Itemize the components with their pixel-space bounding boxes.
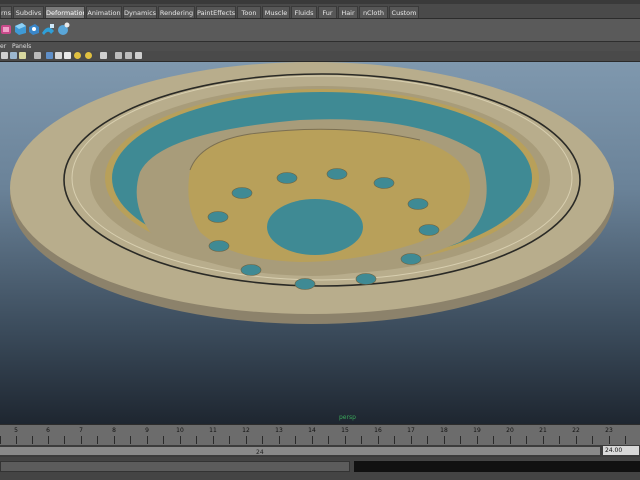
tick-label: 11 — [209, 427, 217, 434]
tick-label: 6 — [46, 427, 50, 434]
center-bore — [267, 199, 363, 255]
panel-menu-bar: er Panels — [0, 42, 640, 51]
deformer-icon[interactable] — [0, 21, 14, 37]
tab-fluids[interactable]: Fluids — [291, 6, 317, 18]
shelf-icon-row — [0, 19, 640, 42]
tab-subdivs[interactable]: Subdivs — [13, 6, 44, 18]
command-result-field — [354, 461, 640, 472]
tick-label: 23 — [605, 427, 613, 434]
lattice-icon[interactable] — [13, 21, 27, 37]
textured-icon[interactable] — [46, 52, 53, 59]
panel-toolbar — [0, 51, 640, 62]
tick-label: 5 — [14, 427, 18, 434]
tick-label: 18 — [440, 427, 448, 434]
menu-panels[interactable]: Panels — [12, 42, 31, 51]
range-slider[interactable]: 24 24.00 — [0, 445, 640, 457]
tab-custom[interactable]: Custom — [389, 6, 419, 18]
time-slider[interactable]: 5 6 7 8 9 10 11 12 13 14 15 16 17 18 19 … — [0, 424, 640, 445]
light-bulb-icon[interactable] — [85, 52, 92, 59]
tick-label: 7 — [79, 427, 83, 434]
range-slider-bar[interactable]: 24 — [0, 447, 600, 456]
tab-hair[interactable]: Hair — [338, 6, 358, 18]
shadows-icon[interactable] — [64, 52, 71, 59]
menu-renderer[interactable]: er — [0, 42, 6, 51]
tick-label: 16 — [374, 427, 382, 434]
tick-label: 10 — [176, 427, 184, 434]
menu-strip — [0, 0, 640, 4]
brake-disc-model — [10, 62, 614, 324]
command-input[interactable] — [0, 461, 350, 472]
command-line — [0, 458, 640, 480]
tick-label: 19 — [473, 427, 481, 434]
shelf-tab-bar: rns Subdivs Deformation Animation Dynami… — [0, 0, 640, 19]
cluster-icon[interactable] — [27, 21, 41, 37]
smooth-shade-icon[interactable] — [10, 52, 17, 59]
shaded-wireframe-icon[interactable] — [34, 52, 41, 59]
camera-label: persp — [339, 414, 356, 421]
tab-painteffects[interactable]: PaintEffects — [196, 6, 236, 18]
camera-icon[interactable] — [19, 52, 26, 59]
wireframe-icon[interactable] — [1, 52, 8, 59]
tick-label: 9 — [145, 427, 149, 434]
viewport-persp[interactable]: persp — [0, 62, 640, 424]
tick-label: 15 — [341, 427, 349, 434]
resolution-gate-icon[interactable] — [135, 52, 142, 59]
tab-ncloth[interactable]: nCloth — [359, 6, 388, 18]
tab-muscle[interactable]: Muscle — [262, 6, 290, 18]
wrap-icon[interactable] — [41, 21, 55, 37]
tab-animation[interactable]: Animation — [86, 6, 122, 18]
isolate-icon[interactable] — [100, 52, 107, 59]
tick-label: 20 — [506, 427, 514, 434]
tab-dynamics[interactable]: Dynamics — [123, 6, 157, 18]
lights-icon[interactable] — [55, 52, 62, 59]
tick-label: 17 — [407, 427, 415, 434]
tick-label: 8 — [112, 427, 116, 434]
tab-toon[interactable]: Toon — [237, 6, 261, 18]
tick-label: 13 — [275, 427, 283, 434]
tab-fur[interactable]: Fur — [318, 6, 337, 18]
range-current-value: 24 — [256, 449, 264, 456]
tick-label: 12 — [242, 427, 250, 434]
sun-icon[interactable] — [74, 52, 81, 59]
range-end-field[interactable]: 24.00 — [603, 446, 639, 455]
tab-rns[interactable]: rns — [0, 6, 12, 18]
tab-deformation[interactable]: Deformation — [45, 6, 85, 18]
tick-label: 14 — [308, 427, 316, 434]
tick-label: 22 — [572, 427, 580, 434]
sculpt-icon[interactable] — [56, 21, 70, 37]
grid-icon[interactable] — [125, 52, 132, 59]
tab-rendering[interactable]: Rendering — [158, 6, 195, 18]
tick-label: 21 — [539, 427, 547, 434]
xray-icon[interactable] — [115, 52, 122, 59]
